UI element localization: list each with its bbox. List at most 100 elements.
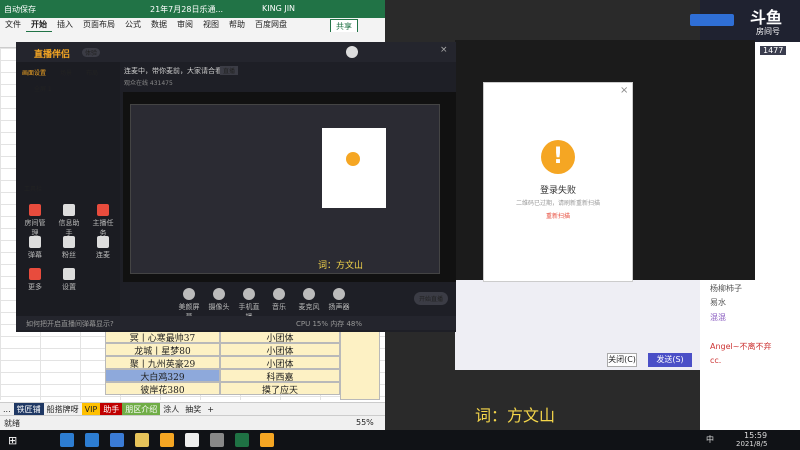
toolbar-label: 音乐 [272, 303, 286, 311]
ribbon-tab[interactable]: 公式 [120, 18, 146, 31]
status-text: 就绪 [4, 419, 20, 428]
tool-item[interactable]: 设置 [56, 268, 82, 292]
scene-item[interactable]: 全屏 1 [34, 84, 52, 93]
toolbar-label: 麦克风 [298, 303, 320, 311]
start-live-button[interactable]: 开始直播 [414, 292, 449, 305]
stream-notice: 连麦中，带你麦前，大家请合看下 [124, 67, 229, 75]
app-toolbar-button[interactable]: 摄像头 [206, 288, 232, 312]
table-row[interactable]: 聚丨九州英豪29 小团体 [105, 356, 340, 370]
live-label: 直播 [220, 66, 239, 75]
chat-user[interactable]: Angel~不离不弃 [710, 341, 771, 352]
toolbar-icon [183, 288, 195, 300]
tool-item[interactable]: 信息助手 [56, 204, 82, 238]
clock-date[interactable]: 2021/8/5 [736, 440, 767, 448]
ribbon-tab[interactable]: 页面布局 [78, 18, 120, 31]
excel-user[interactable]: KING JIN [262, 4, 295, 13]
tool-label: 粉丝 [62, 251, 76, 259]
chat-user[interactable]: cc. [710, 356, 721, 365]
taskbar-app-icon[interactable] [85, 433, 99, 447]
cell-name[interactable]: 聚丨九州英豪29 [105, 356, 220, 370]
ribbon-tab[interactable]: 帮助 [224, 18, 250, 31]
tool-icon [29, 268, 41, 280]
nested-capture [130, 104, 440, 274]
side-tab[interactable]: 画面设置 [22, 68, 46, 77]
tool-label: 信息助手 [58, 219, 80, 237]
app-toolbar-button[interactable]: 麦克风 [296, 288, 322, 312]
close-dialog-button[interactable]: 关闭(C) [607, 353, 637, 367]
autosave-label[interactable]: 自动保存 [4, 4, 36, 15]
tool-item[interactable]: 更多 [22, 268, 48, 292]
chat-user[interactable]: 易水 [710, 297, 726, 308]
ribbon-tab[interactable]: 数据 [146, 18, 172, 31]
douyu-logo: 斗鱼 [750, 8, 783, 27]
tool-item[interactable]: 连麦 [90, 236, 116, 260]
taskbar-app-icon[interactable] [110, 433, 124, 447]
cell-name[interactable]: 大白鸡329 [105, 369, 220, 383]
cell-name[interactable]: 彼岸花380 [105, 382, 220, 396]
avatar[interactable] [346, 46, 358, 58]
footer-stats: CPU 15% 内存 48% [296, 320, 363, 328]
ribbon-tab[interactable]: 开始 [26, 18, 52, 33]
lyric-caption: 词：方文山 [475, 406, 556, 425]
tool-icon [97, 204, 109, 216]
side-tab[interactable]: 布局 [86, 68, 98, 77]
taskbar-app-icon[interactable] [160, 433, 174, 447]
cell-group[interactable]: 小团体 [220, 343, 340, 357]
taskbar-app-icon[interactable] [135, 433, 149, 447]
cell-name[interactable]: 龙城丨星梦80 [105, 343, 220, 357]
nested-login-dialog [322, 128, 386, 208]
table-row[interactable]: 龙城丨星梦80 小团体 [105, 343, 340, 357]
cell-group[interactable]: 小团体 [220, 356, 340, 370]
toolbar-label: 扬声器 [328, 303, 350, 311]
send-button[interactable]: 发送(S) [648, 353, 692, 367]
ribbon-tab[interactable]: 审阅 [172, 18, 198, 31]
toolbar-label: 摄像头 [208, 303, 230, 311]
toolbar-icon [333, 288, 345, 300]
taskbar-app-icon[interactable] [185, 433, 199, 447]
ribbon-tab[interactable]: 文件 [0, 18, 26, 31]
toolbar-icon [213, 288, 225, 300]
upload-button[interactable] [690, 14, 734, 26]
taskbar-app-icon[interactable] [210, 433, 224, 447]
ribbon-tab[interactable]: 插入 [52, 18, 78, 31]
taskbar-app-icon[interactable] [235, 433, 249, 447]
taskbar-app-icon[interactable] [260, 433, 274, 447]
tool-label: 房间管理 [24, 219, 46, 237]
chat-user[interactable]: 杨柳柿子 [710, 283, 742, 294]
app-badge: 体验 [82, 48, 101, 57]
chat-user[interactable]: 混混 [710, 312, 726, 323]
cell-group[interactable]: 科西嘉 [220, 369, 340, 383]
excel-status-bar: 就绪 55% [0, 415, 385, 430]
clock-time[interactable]: 15:59 [744, 431, 767, 440]
dialog-title: 登录失败 [539, 186, 576, 196]
toolbar-icon [303, 288, 315, 300]
ribbon-tab[interactable]: 百度网盘 [250, 18, 292, 31]
table-row[interactable]: 彼岸花380 摸了应天 [105, 382, 340, 396]
rescan-link[interactable]: 重新扫描 [484, 211, 632, 220]
app-toolbar-button[interactable]: 扬声器 [326, 288, 352, 312]
windows-start-icon[interactable]: ⊞ [8, 434, 17, 447]
app-toolbar-button[interactable]: 音乐 [266, 288, 292, 312]
tool-icon [29, 236, 41, 248]
login-failed-dialog: × ! 登录失败 二维码已过期，请刷新重新扫描 重新扫描 [483, 82, 633, 282]
ime-indicator[interactable]: 中 [706, 434, 714, 445]
tool-item[interactable]: 弹幕 [22, 236, 48, 260]
tool-item[interactable]: 主播任务 [90, 204, 116, 238]
app-title-bar: 直播伴侣 体验 × [16, 42, 456, 62]
cell-group[interactable]: 摸了应天 [220, 382, 340, 396]
room-label: 房间号 [756, 27, 780, 36]
sheet-tabs: ... 铁匠铺 船搭牌呀 VIP 助手 朋区介绍 涂人 抽奖 + [0, 402, 385, 416]
side-tab[interactable]: 场景 [60, 68, 72, 77]
ribbon-tab[interactable]: 视图 [198, 18, 224, 31]
footer-tip[interactable]: 如何把开启直播间弹幕显示? [26, 319, 114, 329]
stats-text: 观众在线 431475 [124, 80, 173, 87]
table-row[interactable]: 大白鸡329 科西嘉 [105, 369, 340, 383]
taskbar-app-icon[interactable] [60, 433, 74, 447]
tool-label: 弹幕 [28, 251, 42, 259]
tool-item[interactable]: 房间管理 [22, 204, 48, 238]
excel-filename: 21年7月28日乐通... [150, 5, 224, 14]
close-icon[interactable]: × [620, 85, 628, 96]
tool-item[interactable]: 粉丝 [56, 236, 82, 260]
zoom-level[interactable]: 55% [356, 418, 374, 427]
close-icon[interactable]: × [440, 45, 448, 55]
